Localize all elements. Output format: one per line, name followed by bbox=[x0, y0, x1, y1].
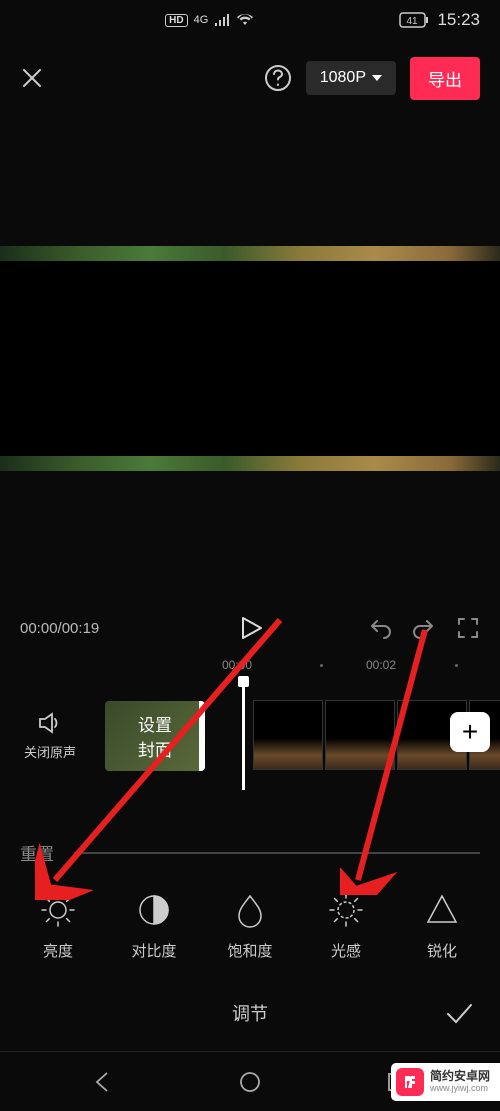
battery-icon: 41 bbox=[399, 12, 429, 28]
contrast-icon bbox=[134, 890, 174, 930]
undo-button[interactable] bbox=[368, 616, 392, 640]
resolution-selector[interactable]: 1080P bbox=[306, 61, 396, 95]
wifi-icon bbox=[236, 13, 254, 27]
set-cover-button[interactable]: 设置 封面 bbox=[105, 701, 205, 771]
add-clip-button[interactable]: + bbox=[450, 712, 490, 752]
tool-contrast[interactable]: 对比度 bbox=[114, 890, 194, 961]
watermark-url: www.jyiwj.com bbox=[430, 1084, 490, 1094]
help-icon[interactable] bbox=[264, 64, 292, 92]
watermark-title: 简约安卓网 bbox=[430, 1070, 490, 1083]
tool-light-sense[interactable]: 光感 bbox=[306, 890, 386, 961]
mute-audio-button[interactable]: 关闭原声 bbox=[0, 710, 100, 761]
playhead[interactable] bbox=[242, 680, 245, 790]
confirm-button[interactable] bbox=[443, 997, 475, 1029]
adjust-slider-row: 重置 bbox=[0, 840, 500, 865]
svg-text:41: 41 bbox=[407, 16, 419, 27]
speaker-icon bbox=[37, 710, 63, 736]
signal-icon bbox=[214, 13, 230, 27]
export-button[interactable]: 导出 bbox=[410, 57, 480, 100]
watermark: 简约安卓网 www.jyiwj.com bbox=[391, 1063, 500, 1101]
tool-brightness[interactable]: 亮度 bbox=[18, 890, 98, 961]
sharpen-icon bbox=[422, 890, 462, 930]
reset-button[interactable]: 重置 bbox=[20, 840, 54, 865]
network-indicator: 4G bbox=[194, 14, 209, 26]
adjust-tools: 亮度 对比度 饱和度 光感 锐化 bbox=[0, 890, 500, 961]
redo-button[interactable] bbox=[412, 616, 436, 640]
play-button[interactable] bbox=[236, 614, 264, 642]
tool-saturation[interactable]: 饱和度 bbox=[210, 890, 290, 961]
timeline-marks: 00:00 00:02 bbox=[0, 658, 500, 678]
panel-title: 调节 bbox=[232, 1000, 268, 1026]
playback-bar: 00:00/00:19 bbox=[0, 608, 500, 648]
chevron-down-icon bbox=[372, 75, 382, 81]
adjust-slider[interactable] bbox=[74, 852, 480, 854]
cover-label: 设置 封面 bbox=[138, 711, 172, 761]
top-bar: 1080P 导出 bbox=[0, 50, 500, 106]
status-bar: HD 4G 41 15:23 bbox=[0, 0, 500, 40]
saturation-icon bbox=[230, 890, 270, 930]
hd-badge: HD bbox=[165, 14, 187, 27]
brightness-icon bbox=[38, 890, 78, 930]
watermark-logo bbox=[396, 1068, 424, 1096]
mute-label: 关闭原声 bbox=[24, 742, 76, 761]
clip-thumbnail[interactable] bbox=[325, 700, 395, 770]
resolution-label: 1080P bbox=[320, 69, 366, 87]
timeline-row: 关闭原声 设置 封面 bbox=[0, 693, 500, 778]
nav-back-button[interactable] bbox=[92, 1071, 114, 1093]
status-time: 15:23 bbox=[437, 10, 480, 30]
video-preview[interactable] bbox=[0, 246, 500, 471]
light-sense-icon bbox=[326, 890, 366, 930]
timecode: 00:00/00:19 bbox=[20, 620, 99, 637]
panel-title-bar: 调节 bbox=[0, 988, 500, 1038]
tool-sharpen[interactable]: 锐化 bbox=[402, 890, 482, 961]
close-icon[interactable] bbox=[20, 66, 44, 90]
clip-thumbnail[interactable] bbox=[253, 700, 323, 770]
fullscreen-button[interactable] bbox=[456, 616, 480, 640]
nav-home-button[interactable] bbox=[239, 1071, 261, 1093]
